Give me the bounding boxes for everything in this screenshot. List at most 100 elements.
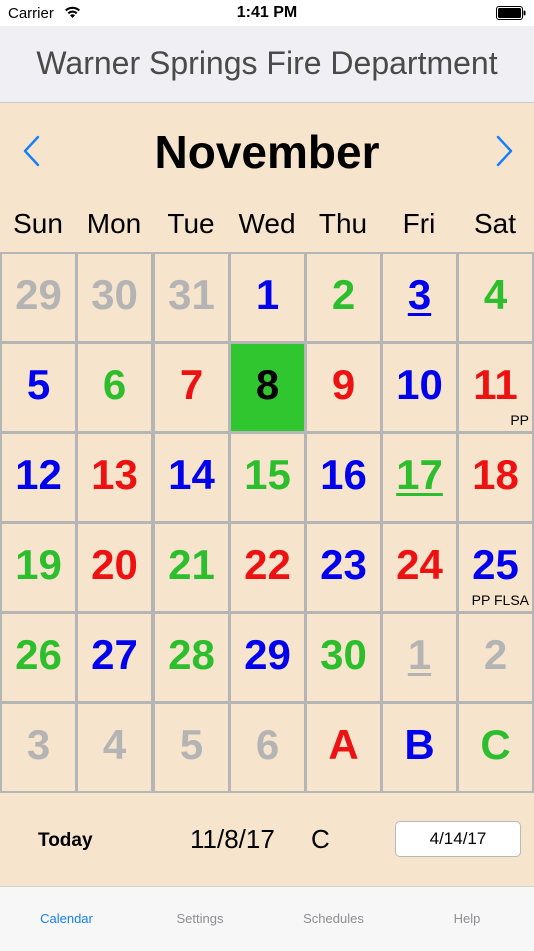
calendar-day[interactable]: 28 <box>153 612 230 703</box>
day-number: 18 <box>472 451 519 498</box>
next-month-button[interactable] <box>488 133 518 169</box>
day-number: A <box>328 721 359 768</box>
day-number: 29 <box>244 631 291 678</box>
nav-bar: Warner Springs Fire Department <box>0 26 534 103</box>
day-number: 7 <box>179 361 204 408</box>
calendar-day[interactable]: 14 <box>153 432 230 523</box>
day-number: 5 <box>179 721 204 768</box>
weekday-tue: Tue <box>167 208 215 239</box>
calendar-day[interactable]: 7 <box>153 342 230 433</box>
calendar-day[interactable]: 11 PP <box>457 342 534 433</box>
current-shift: C <box>311 824 330 854</box>
calendar-day[interactable]: 6 <box>229 702 306 793</box>
calendar-day[interactable]: 17 <box>381 432 458 523</box>
day-number: 26 <box>15 631 62 678</box>
calendar-day[interactable]: 3 <box>381 252 458 343</box>
tab-schedules[interactable]: Schedules <box>267 911 400 926</box>
day-number: 12 <box>15 451 62 498</box>
day-number: 17 <box>396 451 443 498</box>
calendar-day[interactable]: 2 <box>457 612 534 703</box>
tab-bar: Calendar Settings Schedules Help <box>0 886 534 951</box>
day-number: 9 <box>331 361 356 408</box>
calendar-day[interactable]: 13 <box>76 432 153 523</box>
status-bar: Carrier 1:41 PM <box>0 0 534 26</box>
calendar-day[interactable]: 29 <box>0 252 77 343</box>
calendar-day[interactable]: 24 <box>381 522 458 613</box>
day-number: 15 <box>244 451 291 498</box>
day-number: 6 <box>102 361 127 408</box>
weekday-sat: Sat <box>473 208 517 239</box>
calendar-day[interactable]: 30 <box>305 612 382 703</box>
day-number: 23 <box>320 541 367 588</box>
calendar-day[interactable]: 15 <box>229 432 306 523</box>
calendar-day[interactable]: 31 <box>153 252 230 343</box>
weekday-sun: Sun <box>13 208 63 239</box>
calendar-day[interactable]: 2 <box>305 252 382 343</box>
month-title: November <box>154 126 380 178</box>
calendar-day[interactable]: 6 <box>76 342 153 433</box>
calendar-day[interactable]: 21 <box>153 522 230 613</box>
day-number: 10 <box>396 361 443 408</box>
weekday-wed: Wed <box>238 208 296 239</box>
tab-settings[interactable]: Settings <box>134 911 267 926</box>
calendar-day[interactable]: 16 <box>305 432 382 523</box>
day-number: 14 <box>168 451 215 498</box>
day-number: 30 <box>320 631 367 678</box>
calendar-day[interactable]: 1 <box>381 612 458 703</box>
day-note: PP <box>510 412 529 428</box>
calendar-day[interactable]: 19 <box>0 522 77 613</box>
calendar-day[interactable]: 23 <box>305 522 382 613</box>
weekday-fri: Fri <box>402 208 436 239</box>
calendar-day[interactable]: 27 <box>76 612 153 703</box>
calendar-day[interactable]: 25 PP FLSA <box>457 522 534 613</box>
calendar-day[interactable]: 30 <box>76 252 153 343</box>
day-number: 21 <box>168 541 215 588</box>
calendar-day[interactable]: 5 <box>153 702 230 793</box>
tab-calendar[interactable]: Calendar <box>0 911 133 926</box>
day-number: B <box>404 721 435 768</box>
calendar-day[interactable]: 3 <box>0 702 77 793</box>
calendar-day[interactable]: 29 <box>229 612 306 703</box>
day-note: PP FLSA <box>471 592 529 608</box>
day-number: 4 <box>483 271 508 318</box>
day-number: 16 <box>320 451 367 498</box>
calendar-day[interactable]: 9 <box>305 342 382 433</box>
day-number: C <box>480 721 511 768</box>
day-number: 1 <box>255 271 280 318</box>
calendar-day[interactable]: B <box>381 702 458 793</box>
calendar-day[interactable]: 4 <box>457 252 534 343</box>
calendar-day[interactable]: 18 <box>457 432 534 523</box>
battery-icon <box>496 6 526 20</box>
calendar-grid: 29 30 31 1 2 3 4 5 6 7 8 9 10 11 PP 12 13 14 15 16 17 18 19 20 2… <box>0 252 534 793</box>
month-header: November <box>0 103 534 199</box>
today-label: Today <box>38 830 93 851</box>
day-number: 2 <box>331 271 356 318</box>
day-number: 27 <box>91 631 138 678</box>
day-number: 24 <box>396 541 443 588</box>
calendar-day[interactable]: 26 <box>0 612 77 703</box>
status-time: 1:41 PM <box>236 4 298 21</box>
day-number: 28 <box>168 631 215 678</box>
calendar-day[interactable]: 5 <box>0 342 77 433</box>
day-number: 6 <box>255 721 280 768</box>
day-number: 3 <box>26 721 51 768</box>
day-number: 11 <box>473 361 518 408</box>
day-number: 5 <box>26 361 51 408</box>
calendar-day[interactable]: 4 <box>76 702 153 793</box>
calendar-day[interactable]: 12 <box>0 432 77 523</box>
day-number: 22 <box>244 541 291 588</box>
calendar-day[interactable]: 22 <box>229 522 306 613</box>
calendar-day[interactable]: A <box>305 702 382 793</box>
day-number: 31 <box>168 271 215 318</box>
calendar-day[interactable]: 10 <box>381 342 458 433</box>
day-number: 29 <box>15 271 62 318</box>
tab-help[interactable]: Help <box>401 911 534 926</box>
day-number: 1 <box>407 631 432 678</box>
calendar-day[interactable]: 20 <box>76 522 153 613</box>
calendar-day-selected[interactable]: 8 <box>229 342 306 433</box>
weekday-header: Sun Mon Tue Wed Thu Fri Sat <box>0 200 534 252</box>
calendar-day[interactable]: C <box>457 702 534 793</box>
page-title: Warner Springs Fire Department <box>36 45 498 81</box>
calendar-day[interactable]: 1 <box>229 252 306 343</box>
date-input[interactable]: 4/14/17 <box>395 821 521 857</box>
